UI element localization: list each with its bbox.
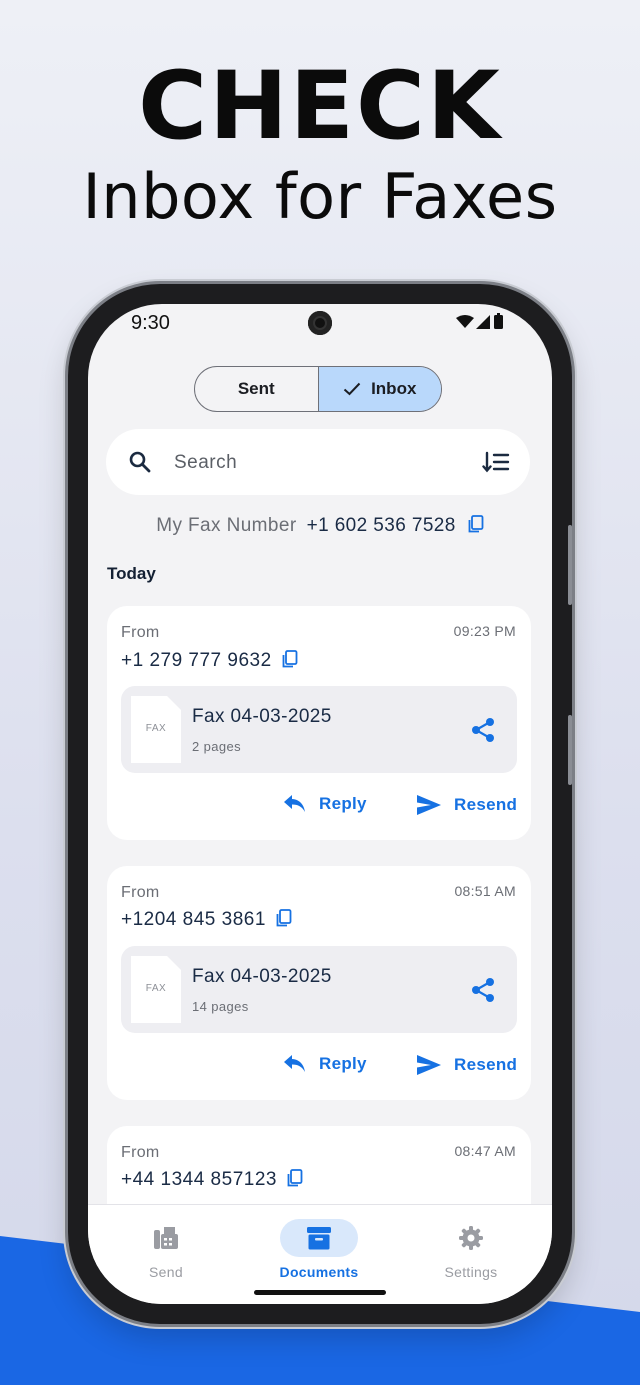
status-time: 9:30: [131, 312, 170, 334]
search-bar: [106, 429, 530, 495]
wifi-icon: [456, 315, 474, 328]
resend-label: Resend: [454, 1055, 518, 1074]
my-fax-number: +1 602 536 7528: [306, 515, 456, 536]
search-input[interactable]: [172, 447, 456, 479]
my-fax-number-label: My Fax Number: [156, 515, 297, 536]
sender-number-row: +1 279 777 9632: [121, 650, 298, 672]
fax-time: 08:47 AM: [454, 1143, 516, 1159]
sender-number: +1204 845 3861: [121, 909, 266, 930]
thumbnail-label: FAX: [145, 723, 167, 734]
resend-button[interactable]: Resend: [416, 1054, 517, 1076]
from-label: From: [121, 884, 160, 901]
reply-icon: [284, 1055, 305, 1072]
signal-icon: [476, 315, 490, 329]
bottom-navigation: Send Documents Settings: [88, 1204, 552, 1304]
fax-time: 09:23 PM: [453, 623, 516, 639]
share-icon[interactable]: [470, 717, 496, 743]
tab-inbox[interactable]: Inbox: [317, 367, 441, 411]
send-icon: [417, 795, 441, 815]
camera-cutout: [308, 311, 332, 335]
fax-card[interactable]: From 08:51 AM +1204 845 3861 FAX Fax 04-…: [107, 866, 531, 1100]
share-icon[interactable]: [470, 977, 496, 1003]
sender-number-row: +44 1344 857123: [121, 1169, 303, 1191]
archive-box-icon: [307, 1227, 331, 1250]
copy-icon[interactable]: [282, 650, 298, 668]
fax-card[interactable]: From 09:23 PM +1 279 777 9632 FAX Fax 04…: [107, 606, 531, 840]
nav-documents-label: Documents: [279, 1264, 359, 1280]
nav-settings-label: Settings: [444, 1264, 498, 1280]
nav-settings[interactable]: Settings: [411, 1219, 531, 1280]
nav-send[interactable]: Send: [106, 1219, 226, 1280]
thumbnail-label: FAX: [145, 983, 167, 994]
tab-sent-label: Sent: [237, 379, 275, 398]
section-title-today: Today: [107, 564, 156, 583]
copy-icon[interactable]: [468, 515, 484, 533]
search-icon[interactable]: [128, 450, 152, 474]
reply-button[interactable]: Reply: [283, 794, 367, 814]
from-label: From: [121, 624, 160, 641]
checkmark-icon: [343, 382, 361, 396]
reply-label: Reply: [319, 1054, 367, 1073]
document-thumbnail: FAX: [131, 956, 181, 1023]
fax-document[interactable]: FAX Fax 04-03-2025 2 pages: [121, 686, 517, 773]
my-fax-number-row: My Fax Number +1 602 536 7528: [88, 515, 552, 537]
from-label: From: [121, 1144, 160, 1161]
tab-inbox-label: Inbox: [371, 379, 417, 398]
phone-side-button: [568, 525, 572, 605]
app-screen: 9:30 Sent Inbox My Fax N: [88, 304, 552, 1304]
fax-time: 08:51 AM: [454, 883, 516, 899]
document-thumbnail: FAX: [131, 696, 181, 763]
sender-number-row: +1204 845 3861: [121, 909, 292, 931]
document-title: Fax 04-03-2025: [192, 706, 332, 727]
document-pages: 2 pages: [192, 739, 242, 754]
status-bar: 9:30: [88, 304, 552, 344]
sender-number: +44 1344 857123: [121, 1169, 277, 1190]
nav-send-pill: [127, 1219, 205, 1257]
nav-documents-pill: [280, 1219, 358, 1257]
fax-document[interactable]: FAX Fax 04-03-2025 14 pages: [121, 946, 517, 1033]
phone-volume-button: [568, 715, 572, 785]
document-title: Fax 04-03-2025: [192, 966, 332, 987]
resend-label: Resend: [454, 795, 518, 814]
copy-icon[interactable]: [276, 909, 292, 927]
gear-icon: [459, 1226, 483, 1250]
status-icons: [456, 313, 503, 329]
sender-number: +1 279 777 9632: [121, 650, 272, 671]
sent-inbox-toggle: Sent Inbox: [194, 366, 442, 412]
document-pages: 14 pages: [192, 999, 249, 1014]
promo-subheadline: Inbox for Faxes: [82, 160, 558, 233]
resend-button[interactable]: Resend: [416, 794, 517, 816]
nav-documents[interactable]: Documents: [259, 1219, 379, 1280]
tab-sent[interactable]: Sent: [195, 367, 318, 411]
nav-settings-pill: [432, 1219, 510, 1257]
home-indicator[interactable]: [254, 1290, 386, 1295]
nav-send-label: Send: [149, 1264, 183, 1280]
reply-button[interactable]: Reply: [283, 1054, 367, 1074]
reply-label: Reply: [319, 794, 367, 813]
promo-headline: CHECK: [138, 52, 502, 161]
fax-machine-icon: [154, 1227, 178, 1249]
battery-icon: [494, 315, 503, 329]
copy-icon[interactable]: [287, 1169, 303, 1187]
reply-icon: [284, 795, 305, 812]
send-icon: [417, 1055, 441, 1075]
sort-icon[interactable]: [482, 451, 510, 473]
